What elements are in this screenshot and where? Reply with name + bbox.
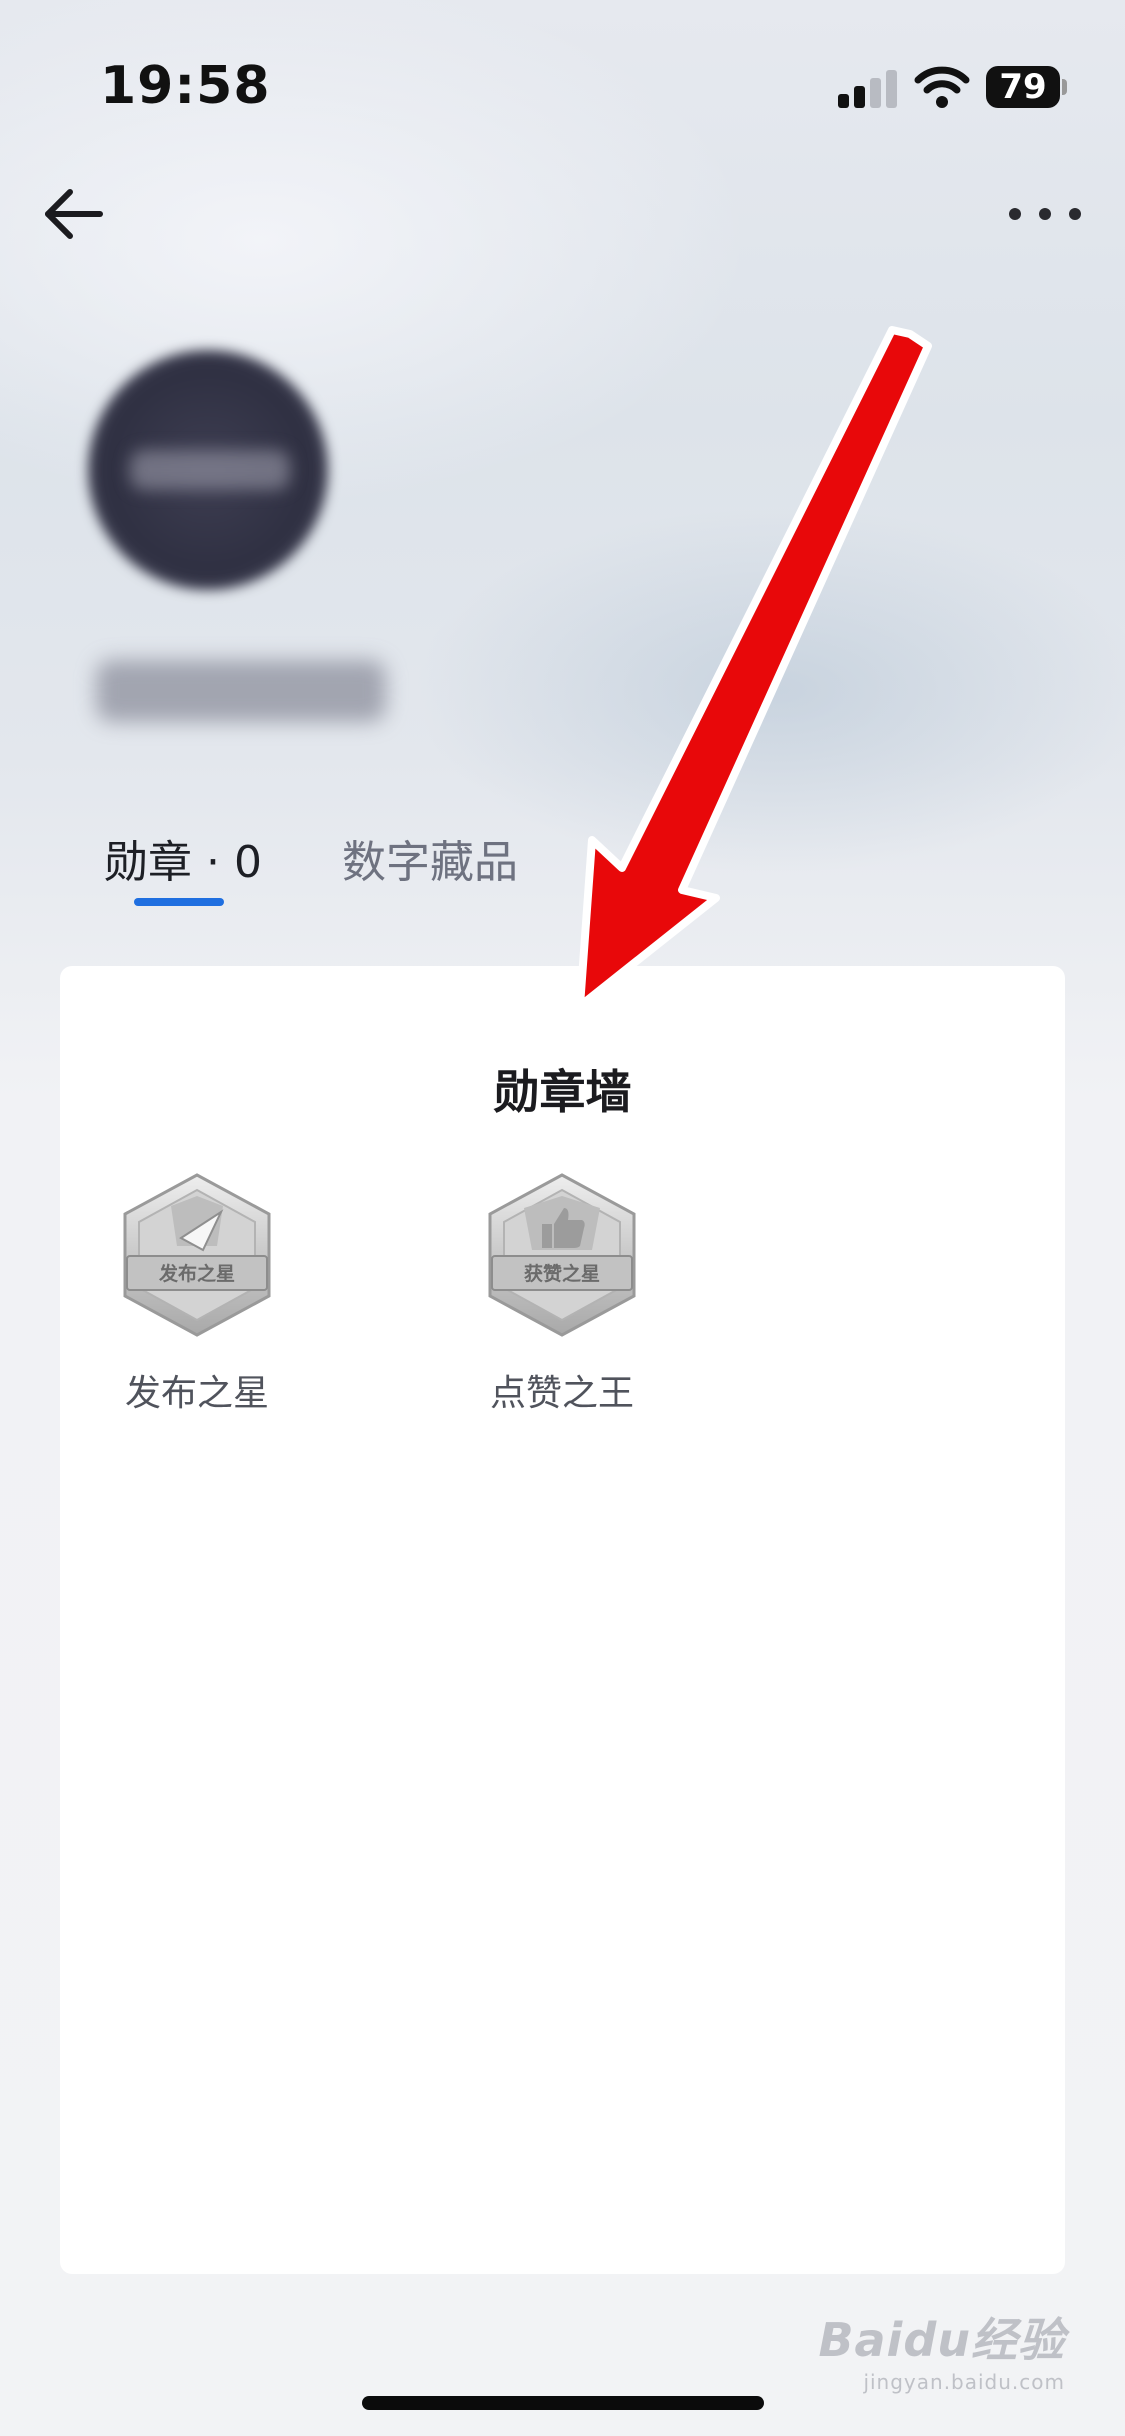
status-time: 19:58 bbox=[100, 56, 271, 116]
wifi-icon bbox=[914, 66, 970, 108]
tab-digital-collectibles[interactable]: 数字藏品 bbox=[342, 826, 518, 890]
svg-text:发布之星: 发布之星 bbox=[158, 1262, 235, 1285]
svg-text:获赞之星: 获赞之星 bbox=[524, 1262, 600, 1285]
avatar-text bbox=[130, 450, 290, 490]
active-tab-indicator bbox=[134, 898, 224, 906]
thumbs-up-badge-icon: 获赞之星 bbox=[488, 1173, 636, 1337]
arrow-left-icon bbox=[45, 189, 103, 239]
badge-label: 点赞之王 bbox=[489, 1373, 634, 1414]
paper-plane-badge-icon: 发布之星 bbox=[123, 1173, 271, 1337]
back-button[interactable] bbox=[40, 184, 106, 244]
more-dots-icon bbox=[1009, 208, 1081, 220]
battery-level: 79 bbox=[986, 66, 1060, 108]
badge-label: 发布之星 bbox=[124, 1373, 269, 1414]
badge-publish-star[interactable]: 发布之星 发布之星 bbox=[97, 1172, 297, 1416]
username bbox=[96, 660, 386, 722]
badge-wall-title: 勋章墙 bbox=[493, 1065, 632, 1119]
tab-badges[interactable]: 勋章 · 0 bbox=[104, 826, 262, 890]
baidu-jingyan-watermark: Baidu经验 jingyan.baidu.com bbox=[818, 2313, 1065, 2394]
badge-like-king[interactable]: 获赞之星 点赞之王 bbox=[462, 1172, 662, 1416]
cellular-signal-icon bbox=[838, 70, 897, 108]
home-indicator[interactable] bbox=[362, 2396, 764, 2410]
more-options-button[interactable] bbox=[1000, 196, 1090, 232]
badge-wall-card bbox=[60, 966, 1065, 2274]
battery-icon: 79 bbox=[986, 66, 1068, 108]
